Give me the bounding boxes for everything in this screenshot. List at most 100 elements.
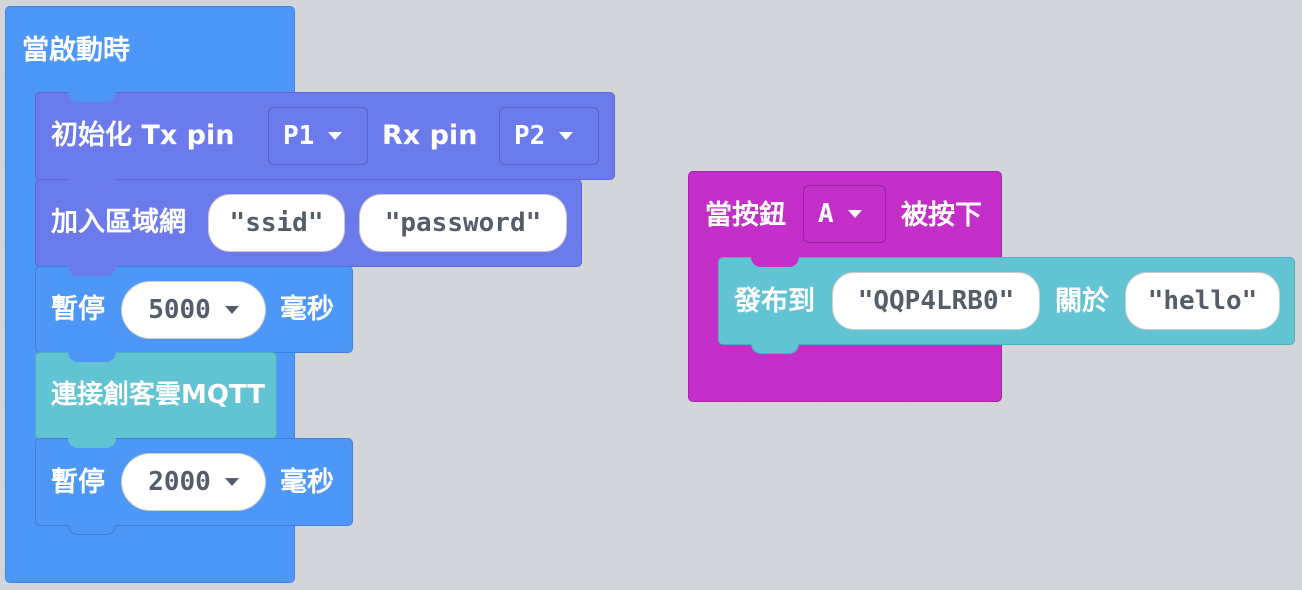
message-input[interactable]: " hello " (1125, 272, 1280, 330)
grid-plus-mark (899, 0, 910, 3)
rx-pin-dropdown[interactable]: P2 (499, 107, 599, 165)
grid-plus-mark (736, 481, 747, 492)
grid-plus-mark (980, 74, 991, 85)
grid-plus-mark (1143, 74, 1154, 85)
grid-plus-mark (1143, 237, 1154, 248)
grid-plus-mark (2, 0, 13, 3)
grid-plus-mark (1062, 155, 1073, 166)
grid-plus-mark (654, 318, 665, 329)
grid-plus-mark (328, 400, 339, 411)
grid-plus-mark (899, 74, 910, 85)
grid-plus-mark (573, 400, 584, 411)
grid-plus-mark (654, 74, 665, 85)
grid-plus-mark (410, 400, 421, 411)
grid-plus-mark (573, 74, 584, 85)
grid-plus-mark (1225, 400, 1236, 411)
chevron-down-icon (559, 132, 574, 140)
grid-plus-mark (491, 563, 502, 574)
grid-plus-mark (980, 563, 991, 574)
pause-label-1: 暫停 (51, 294, 105, 325)
grid-plus-mark (410, 74, 421, 85)
message-value: hello (1163, 286, 1242, 316)
grid-plus-mark (736, 74, 747, 85)
tx-pin-dropdown[interactable]: P1 (268, 107, 368, 165)
pause-duration-2-value: 2000 (148, 467, 211, 497)
grid-plus-mark (1062, 0, 1073, 3)
grid-plus-mark (1225, 74, 1236, 85)
button-dropdown[interactable]: A (803, 185, 886, 243)
grid-plus-mark (736, 0, 747, 3)
grid-plus-mark (1225, 155, 1236, 166)
grid-plus-mark (899, 155, 910, 166)
chevron-down-icon (224, 306, 239, 314)
grid-plus-mark (654, 563, 665, 574)
button-value: A (818, 199, 834, 229)
pause-unit-2: 毫秒 (280, 467, 334, 498)
grid-plus-mark (573, 481, 584, 492)
grid-plus-mark (1225, 0, 1236, 3)
grid-plus-mark (817, 563, 828, 574)
grid-plus-mark (1143, 155, 1154, 166)
pause-duration-2-dropdown[interactable]: 2000 (121, 453, 266, 511)
chevron-down-icon (847, 210, 862, 218)
publish-label: 發布到 (734, 286, 815, 317)
chevron-down-icon (224, 478, 239, 486)
grid-plus-mark (1143, 400, 1154, 411)
pause-duration-1-dropdown[interactable]: 5000 (121, 281, 266, 339)
grid-plus-mark (1062, 481, 1073, 492)
grid-plus-mark (817, 155, 828, 166)
grid-plus-mark (328, 74, 339, 85)
about-label: 關於 (1055, 286, 1109, 317)
grid-plus-mark (573, 0, 584, 3)
grid-plus-mark (491, 0, 502, 3)
pause-unit-1: 毫秒 (280, 294, 334, 325)
grid-plus-mark (491, 74, 502, 85)
grid-plus-mark (410, 563, 421, 574)
connect-mqtt-label: 連接創客雲MQTT (51, 380, 266, 410)
grid-plus-mark (328, 0, 339, 3)
topic-value: QQP4LRB0 (873, 286, 999, 316)
grid-plus-mark (654, 0, 665, 3)
grid-plus-mark (654, 237, 665, 248)
password-input[interactable]: " password " (359, 194, 567, 252)
grid-plus-mark (980, 0, 991, 3)
grid-plus-mark (84, 0, 95, 3)
grid-plus-mark (1062, 563, 1073, 574)
init-wifi-label: 初始化 Tx pin (51, 122, 234, 149)
grid-plus-mark (491, 400, 502, 411)
init-label-prefix: 初始化 Tx pin (51, 120, 235, 151)
grid-plus-mark (410, 481, 421, 492)
grid-plus-mark (1143, 481, 1154, 492)
pause-duration-1-value: 5000 (148, 295, 211, 325)
grid-plus-mark (1225, 563, 1236, 574)
grid-plus-mark (980, 155, 991, 166)
topic-input[interactable]: " QQP4LRB0 " (832, 272, 1040, 330)
tx-pin-value: P1 (283, 121, 315, 151)
grid-plus-mark (165, 0, 176, 3)
grid-plus-mark (491, 481, 502, 492)
ssid-input[interactable]: " ssid " (208, 194, 345, 252)
ssid-value: ssid (245, 208, 308, 238)
grid-plus-mark (328, 563, 339, 574)
grid-plus-mark (654, 155, 665, 166)
grid-plus-mark (736, 155, 747, 166)
grid-plus-mark (410, 318, 421, 329)
rx-pin-value: P2 (514, 121, 546, 151)
grid-plus-mark (736, 563, 747, 574)
grid-plus-mark (573, 318, 584, 329)
grid-plus-mark (980, 481, 991, 492)
grid-plus-mark (1143, 0, 1154, 3)
grid-plus-mark (899, 563, 910, 574)
on-button-label-prefix: 當按鈕 (705, 200, 786, 231)
on-start-label: 當啟動時 (22, 35, 130, 66)
join-wifi-label: 加入區域網 (51, 207, 186, 238)
grid-plus-mark (899, 481, 910, 492)
grid-plus-mark (654, 481, 665, 492)
grid-plus-mark (817, 74, 828, 85)
pause-label-2: 暫停 (51, 467, 105, 498)
grid-plus-mark (1225, 481, 1236, 492)
grid-plus-mark (247, 0, 258, 3)
password-value: password (400, 208, 526, 238)
on-button-label-suffix: 被按下 (901, 200, 982, 231)
grid-plus-mark (1062, 237, 1073, 248)
